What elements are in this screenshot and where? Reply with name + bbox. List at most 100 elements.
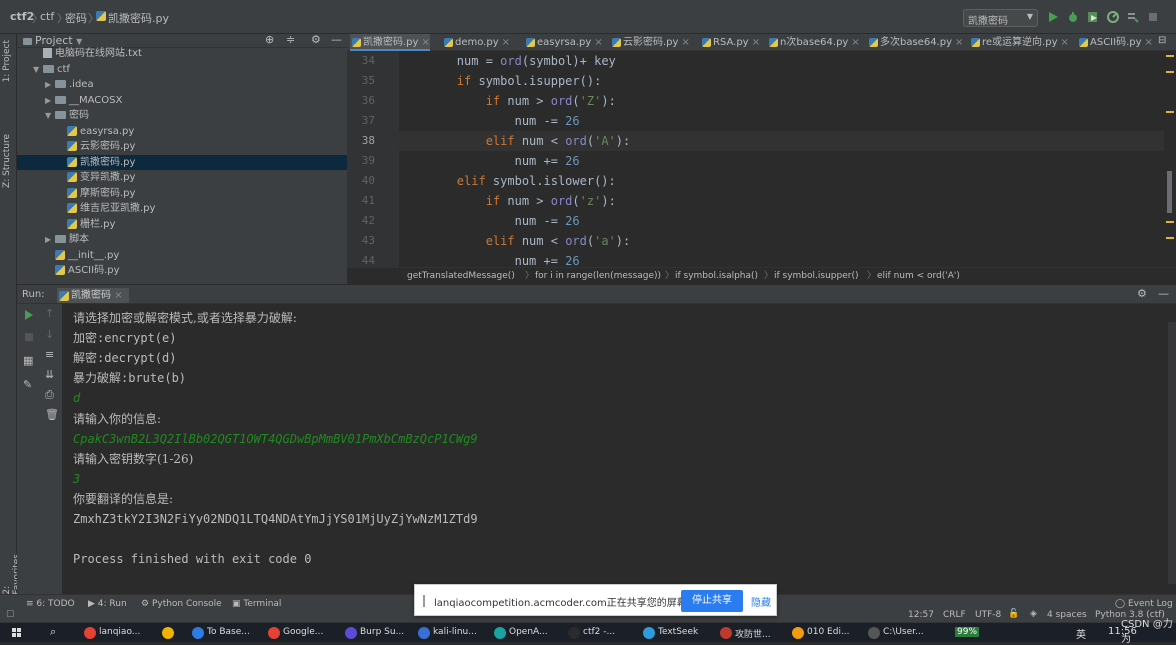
taskbar-app[interactable]: Google... [268, 627, 323, 639]
code-view[interactable]: num = ord(symbol)+ key if symbol.isupper… [399, 51, 1164, 267]
lock-icon[interactable]: 🔓 [1008, 609, 1019, 619]
debug-icon[interactable] [1067, 11, 1079, 23]
close-icon[interactable]: × [851, 37, 859, 48]
pin-icon[interactable]: ✎ [23, 378, 32, 391]
tree-item[interactable]: 云影密码.py [17, 139, 347, 154]
tree-item[interactable]: 摩斯密码.py [17, 186, 347, 201]
breadcrumb-item[interactable]: if symbol.isupper() [774, 268, 858, 284]
editor-scrollbar[interactable] [1164, 51, 1176, 267]
editor-tab[interactable]: demo.py × [442, 34, 510, 51]
tree-item[interactable]: ▶ .idea [17, 77, 347, 92]
todo-tool-button[interactable]: ≡ 6: TODO [26, 599, 75, 609]
windows-start-icon[interactable] [12, 628, 22, 638]
event-log-button[interactable]: ◯ Event Log [1115, 599, 1173, 609]
search-icon[interactable]: ⌕ [50, 625, 56, 639]
trash-icon[interactable]: 🗑 [45, 408, 59, 421]
rerun-icon[interactable] [24, 310, 34, 320]
editor-tab[interactable]: ASCII码.py × [1077, 34, 1153, 51]
scroll-to-end-icon[interactable]: ⇊ [45, 368, 54, 381]
tree-item[interactable]: ▶ 脚本 [17, 232, 347, 247]
editor-tab[interactable]: 多次base64.py × [867, 34, 963, 51]
expand-arrow-icon[interactable]: ▶ [45, 77, 55, 92]
console-scrollbar[interactable] [1168, 322, 1176, 584]
scroll-thumb[interactable] [1167, 171, 1172, 213]
warning-stripe[interactable] [1166, 55, 1174, 57]
tree-item[interactable]: 凯撒密码.py [17, 154, 347, 170]
close-icon[interactable]: × [681, 37, 689, 48]
panel-toggle-icon[interactable]: ▢ [6, 609, 15, 619]
breadcrumb-item[interactable]: if symbol.isalpha() [675, 268, 758, 284]
tree-item[interactable]: 电脑码在线网站.txt [17, 46, 347, 61]
layout-icon[interactable]: ▦ [23, 354, 33, 367]
crumb-ctf[interactable]: ctf [40, 10, 54, 23]
close-icon[interactable]: × [955, 37, 963, 48]
print-icon[interactable]: ⎙ [45, 388, 54, 402]
expand-arrow-icon[interactable]: ▼ [33, 62, 43, 77]
cursor-position[interactable]: 12:57 [908, 610, 934, 620]
build-icon[interactable] [1127, 11, 1139, 23]
close-icon[interactable]: × [1145, 37, 1153, 48]
battery-indicator[interactable]: 99% [955, 627, 980, 637]
tree-item[interactable]: 变异凯撒.py [17, 170, 347, 185]
structure-tool-tab[interactable]: Z: Structure [2, 134, 12, 188]
line-separator[interactable]: CRLF [943, 610, 966, 620]
run-console-output[interactable]: 请选择加密或解密模式,或者选择暴力破解: 加密:encrypt(e) 解密:decr… [62, 304, 1176, 594]
stop-icon[interactable] [24, 332, 34, 342]
tree-item[interactable]: ▶ __MACOSX [17, 93, 347, 108]
chevron-down-icon[interactable]: ▼ [76, 37, 82, 46]
tree-item[interactable]: ▼ ctf [17, 62, 347, 77]
stop-sharing-button[interactable]: 停止共享 [681, 590, 743, 612]
scroll-down-icon[interactable]: ↓ [45, 328, 54, 341]
taskbar-app[interactable]: To Base... [192, 627, 250, 639]
indent-setting[interactable]: 4 spaces [1047, 610, 1087, 620]
tree-item[interactable]: __init__.py [17, 248, 347, 263]
drag-handle-icon[interactable] [423, 595, 425, 607]
run-tab[interactable]: 凯撒密码 × [57, 288, 129, 303]
soft-wrap-icon[interactable]: ≡ [45, 348, 54, 361]
close-icon[interactable]: × [594, 37, 602, 48]
tree-item[interactable]: 栅栏.py [17, 217, 347, 232]
close-icon[interactable]: × [114, 290, 122, 301]
gear-icon[interactable]: ⚙ [1137, 287, 1147, 300]
coverage-icon[interactable] [1087, 11, 1099, 23]
python-console-button[interactable]: ⚙ Python Console [141, 599, 222, 609]
gear-icon[interactable]: ⚙ [311, 33, 321, 46]
editor-tab[interactable]: n次base64.py × [767, 34, 860, 51]
expand-arrow-icon[interactable]: ▼ [45, 108, 55, 123]
run-tool-button[interactable]: ▶ 4: Run [88, 599, 127, 609]
taskbar-app[interactable]: ctf2 -... [568, 627, 615, 639]
warning-stripe[interactable] [1166, 221, 1174, 223]
crumb-file[interactable]: 凯撒密码.py [96, 10, 169, 26]
taskbar-app[interactable]: kali-linu... [418, 627, 477, 639]
close-icon[interactable]: × [1061, 37, 1069, 48]
taskbar-app[interactable]: lanqiao... [84, 627, 140, 639]
tree-item[interactable]: 维吉尼亚凯撒.py [17, 201, 347, 216]
tree-item[interactable]: ASCII码.py [17, 263, 347, 278]
taskbar-app[interactable]: 010 Edi... [792, 627, 850, 639]
project-tool-tab[interactable]: 1: Project [2, 40, 12, 82]
tree-item[interactable]: easyrsa.py [17, 124, 347, 139]
warning-stripe[interactable] [1166, 111, 1174, 113]
taskbar-app[interactable]: TextSeek [643, 627, 698, 639]
ime-indicator[interactable]: 英 [1076, 626, 1086, 641]
tab-overflow-icon[interactable]: ⊟ [1158, 35, 1166, 46]
taskbar-app[interactable]: C:\User... [868, 627, 924, 639]
taskbar-app[interactable]: 攻防世... [720, 627, 771, 640]
scroll-up-icon[interactable]: ↑ [45, 307, 54, 320]
hide-panel-icon[interactable]: — [1158, 287, 1169, 300]
close-icon[interactable]: × [421, 37, 429, 48]
hide-panel-icon[interactable]: — [331, 33, 342, 46]
warning-stripe[interactable] [1166, 71, 1174, 73]
taskbar-app[interactable]: OpenA... [494, 627, 548, 639]
breadcrumb-item[interactable]: elif num < ord('A') [877, 268, 960, 284]
run-icon[interactable] [1047, 11, 1059, 23]
breadcrumb-item[interactable]: getTranslatedMessage() [407, 268, 515, 284]
crumb-project[interactable]: ctf2 [10, 10, 34, 23]
editor-tab[interactable]: 云影密码.py × [610, 34, 690, 51]
warning-stripe[interactable] [1166, 237, 1174, 239]
expand-arrow-icon[interactable]: ▶ [45, 93, 55, 108]
hide-banner-button[interactable]: 隐藏 [751, 594, 771, 609]
run-config-select[interactable]: 凯撒密码 ▼ [963, 9, 1038, 27]
taskbar-app[interactable]: Burp Su... [345, 627, 404, 639]
editor-tab[interactable]: RSA.py × [700, 34, 760, 51]
